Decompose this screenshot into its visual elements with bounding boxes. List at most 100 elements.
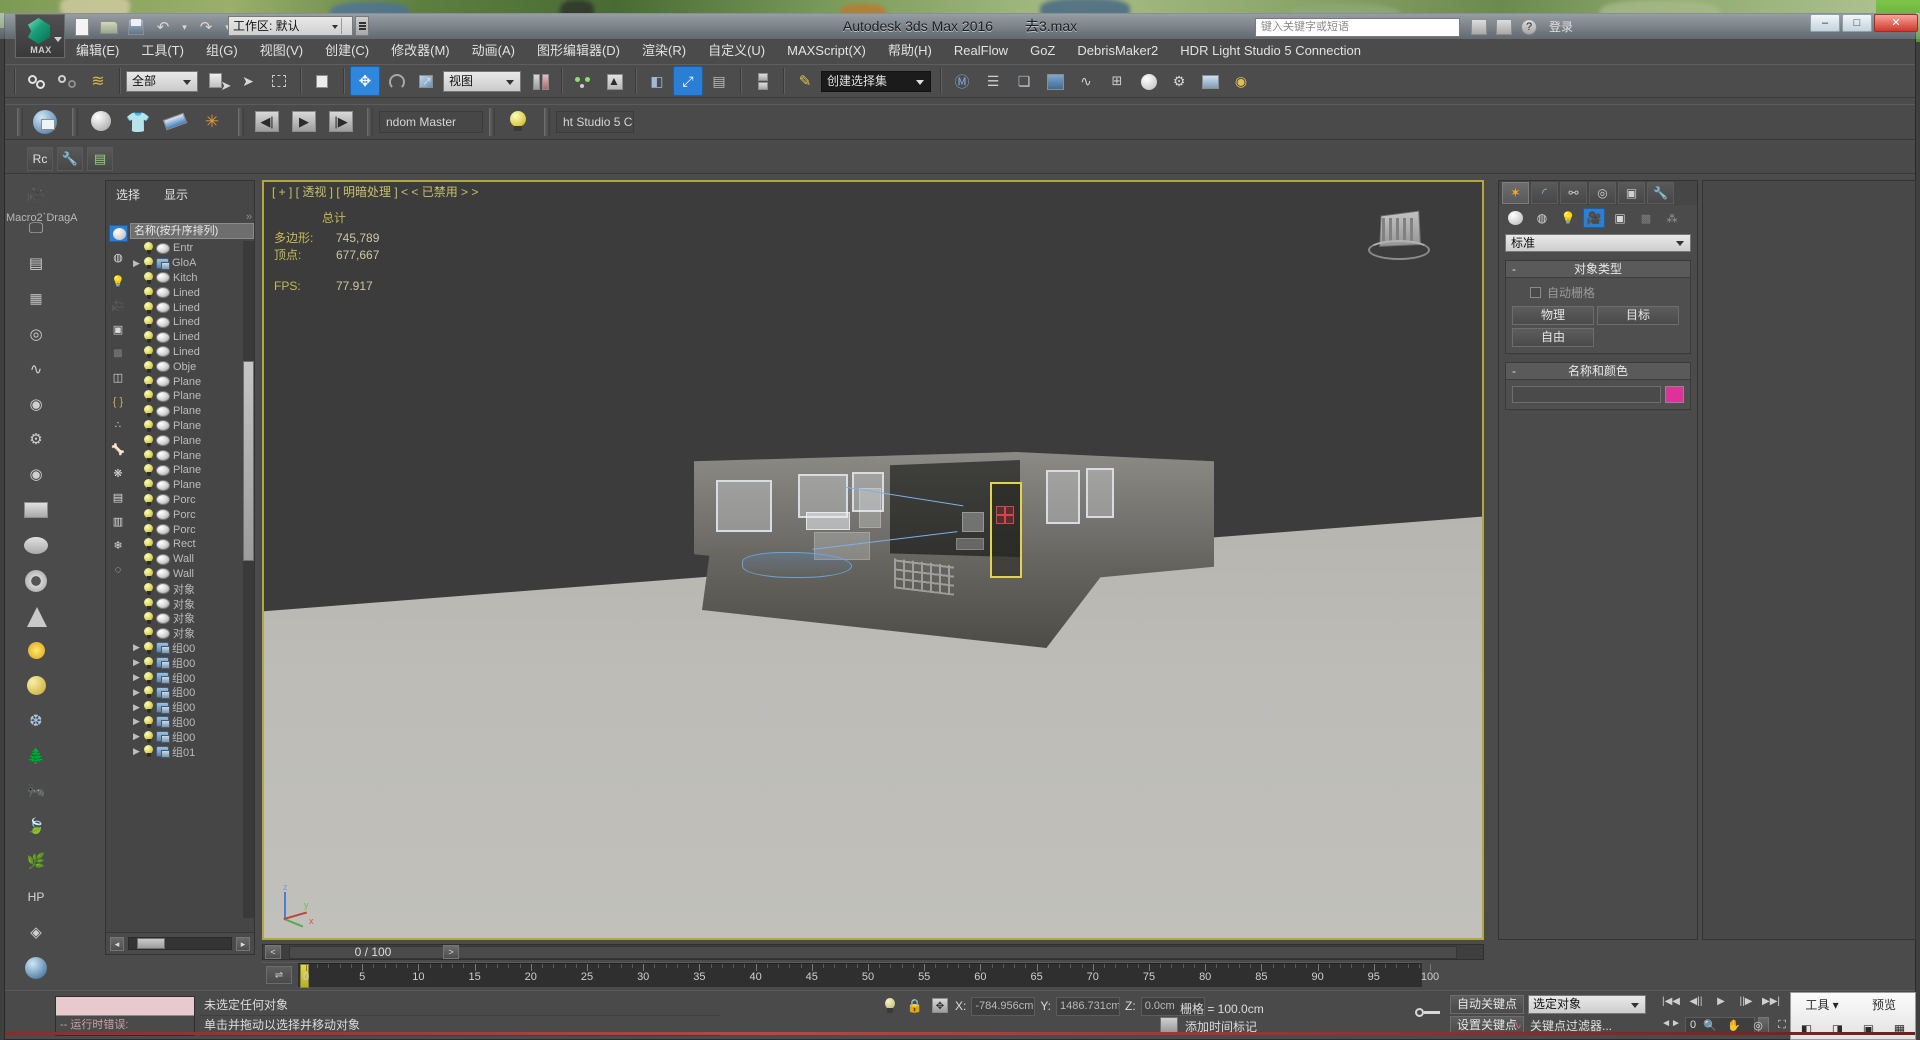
object-color-swatch[interactable] [1665,386,1684,403]
explorer-row[interactable]: Plane [130,463,254,478]
light-bulb-icon[interactable] [143,360,154,373]
grid-icon[interactable]: ▦ [21,286,51,312]
menu-item-hdr-light-studio[interactable]: HDR Light Studio 5 Connection [1169,40,1372,62]
new-file-icon[interactable] [70,15,94,39]
explorer-row[interactable]: ▶ 组00 [130,655,254,670]
time-tag-icon[interactable] [1160,1017,1178,1033]
explorer-row[interactable]: Plane [130,478,254,493]
light-bulb-icon[interactable] [143,449,154,462]
select-link-icon[interactable] [21,66,51,96]
light-bulb-icon[interactable] [143,627,154,640]
explorer-row[interactable]: Rect [130,537,254,552]
hp-icon[interactable]: HP [21,883,51,909]
light-bulb-icon[interactable] [143,745,154,758]
next-frame-icon[interactable]: ||▶ [1735,994,1757,1012]
light-bulb-icon[interactable] [143,641,154,654]
rect-icon[interactable] [21,497,51,523]
explorer-row[interactable]: Porc [130,522,254,537]
wrench-icon[interactable]: 🔧 [57,146,83,171]
explorer-row[interactable]: Porc [130,507,254,522]
menu-item-tools[interactable]: 工具(T) [130,40,195,62]
explorer-row[interactable]: 对象 [130,581,254,596]
light-bulb-icon[interactable] [501,106,535,138]
minimize-button[interactable]: – [1810,14,1840,32]
sign-in-button[interactable]: 登录 [1549,16,1573,38]
close-button[interactable]: ✕ [1874,14,1918,32]
light-bulb-icon[interactable] [143,434,154,447]
display-tab[interactable]: ▣ [1618,182,1645,204]
schematic-view-icon[interactable]: ⊞ [1102,66,1132,96]
window-crossing-icon[interactable] [307,66,337,96]
rollout-header-object-type[interactable]: - 对象类型 [1506,261,1690,278]
x-coord-input[interactable]: -784.956cm [971,996,1036,1016]
menu-item-views[interactable]: 视图(V) [249,40,314,62]
mirror-icon[interactable]: ◧ [642,66,672,96]
tool-icon-4[interactable]: ▦ [1884,1018,1915,1040]
expand-chevrons-icon[interactable]: » [246,211,252,223]
autodesk-account-icon[interactable] [1468,16,1490,38]
scrubber-track[interactable] [289,946,1457,959]
light-bulb-icon[interactable] [143,257,154,270]
gear-icon[interactable]: ⚙ [21,426,51,452]
perspective-viewport[interactable]: [ + ] [ 透视 ] [ 明暗处理 ] < < 已禁用 > > 总计 多边形… [262,180,1484,940]
mirror-tool-icon[interactable]: Ⓜ [947,66,977,96]
menu-item-debrismaker2[interactable]: DebrisMaker2 [1066,40,1169,62]
select-and-scale-icon[interactable]: ↗ [412,66,442,96]
light-bulb-icon[interactable] [143,375,154,388]
material-sphere-icon[interactable] [84,106,118,138]
filter-groups-icon[interactable]: ◫ [109,369,128,386]
align-tool-icon[interactable]: ☰ [978,66,1008,96]
align-icon[interactable]: ⤢ [673,66,703,96]
menu-item-maxscript[interactable]: MAXScript(X) [776,40,877,62]
sun-icon[interactable] [21,637,51,663]
explorer-row[interactable]: Lined [130,300,254,315]
light-bulb-icon[interactable] [143,345,154,358]
explorer-row[interactable]: Lined [130,330,254,345]
donut-icon[interactable] [21,567,51,593]
menu-item-create[interactable]: 创建(C) [314,40,380,62]
undo-dropdown-icon[interactable]: ▾ [178,15,191,39]
motion-tab[interactable]: ◎ [1589,182,1616,204]
filter-bones-icon[interactable]: 🦴 [109,441,128,458]
light-bulb-icon[interactable] [143,730,154,743]
spiral-icon[interactable]: ◉ [21,391,51,417]
scroll-left-button[interactable]: ◂ [110,936,124,951]
light-bulb-icon[interactable] [143,656,154,669]
light-bulb-icon[interactable] [143,419,154,432]
explorer-row[interactable]: Plane [130,433,254,448]
explorer-row[interactable]: 对象 [130,626,254,641]
named-selection-set-combo[interactable]: 创建选择集 [821,70,931,92]
filter-geometry-icon[interactable]: ◍ [109,249,128,266]
prev-frame-icon[interactable]: ◀| [250,106,284,138]
leaf-icon[interactable]: 🍃 [21,813,51,839]
light-bulb-icon[interactable] [143,671,154,684]
selection-filter-combo[interactable]: 全部 [126,70,198,92]
expand-arrow-icon[interactable]: ▶ [130,672,143,683]
explorer-row[interactable]: Lined [130,285,254,300]
explorer-row[interactable]: Plane [130,448,254,463]
open-file-icon[interactable] [97,15,121,39]
expand-arrow-icon[interactable]: ▶ [130,702,143,713]
light-bulb-icon[interactable] [143,390,154,403]
explorer-row[interactable]: Lined [130,345,254,360]
expand-arrow-icon[interactable]: ▶ [130,258,143,269]
explorer-row[interactable]: ▶ 组00 [130,670,254,685]
bind-space-warp-icon[interactable]: ≋ [83,66,113,96]
explorer-row[interactable]: ▶ 组00 [130,715,254,730]
tools-menu-button[interactable]: 工具 ▾ [1791,994,1853,1016]
expand-arrow-icon[interactable]: ▶ [130,731,143,742]
rc-icon[interactable]: Rc [27,146,53,171]
toolbar-grip[interactable] [17,108,23,136]
y-coord-input[interactable]: 1486.731cm [1056,996,1121,1016]
plant-icon[interactable]: 🌿 [21,848,51,874]
previous-frame-icon[interactable]: ◀|| [1685,994,1707,1012]
explorer-hscroll-track[interactable] [128,937,232,950]
undo-icon[interactable]: ↶ [151,15,175,39]
explorer-row[interactable]: Kitch [130,271,254,286]
filter-xrefs-icon[interactable]: ❋ [109,465,128,482]
rendered-frame-window-icon[interactable] [1195,66,1225,96]
explorer-row[interactable]: Lined [130,315,254,330]
autogrid-row[interactable]: 自动栅格 [1530,284,1684,301]
explorer-menu-display[interactable]: 显示 [164,186,188,203]
explorer-column-header[interactable]: 名称(按升序排列) [130,223,254,239]
